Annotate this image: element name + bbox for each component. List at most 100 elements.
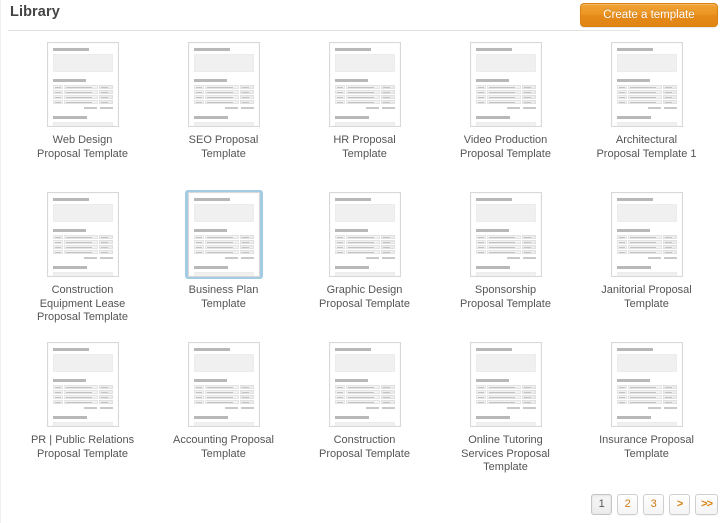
thumbnail-content-block [334, 354, 395, 372]
template-thumbnail [469, 192, 542, 277]
template-card-label: Janitorial Proposal Template [601, 284, 692, 310]
template-card-label: Business Plan Template [188, 284, 259, 310]
template-thumbnail-frame[interactable] [44, 190, 122, 279]
thumbnail-spacer [53, 409, 113, 416]
thumbnail-table-sidebar-row [522, 245, 536, 249]
template-card[interactable]: Construction Proposal Template [294, 340, 435, 490]
template-thumbnail-frame[interactable] [467, 190, 545, 279]
thumbnail-spacer [617, 222, 677, 229]
thumbnail-table-sidebar-row [381, 95, 395, 99]
thumbnail-table-sidebar-row [99, 90, 113, 94]
thumbnail-table-cell [628, 250, 663, 254]
pagination-page-1[interactable]: 1 [591, 494, 613, 515]
thumbnail-table-row [52, 235, 99, 239]
thumbnail-mini-button [506, 107, 520, 109]
template-card[interactable]: Sponsorship Proposal Template [435, 190, 576, 340]
template-card[interactable]: Accounting Proposal Template [153, 340, 294, 490]
pagination-page-2[interactable]: 2 [617, 494, 639, 515]
thumbnail-mini-button [224, 257, 238, 259]
template-card[interactable]: Business Plan Template [153, 190, 294, 340]
thumbnail-table-row [616, 95, 663, 99]
thumbnail-table-cell [52, 100, 64, 104]
thumbnail-table-sidebar [381, 235, 395, 254]
thumbnail-mini-button [224, 407, 238, 409]
template-card[interactable]: Web Design Proposal Template [12, 40, 153, 190]
thumbnail-spacer [194, 259, 254, 266]
thumbnail-table-cell [475, 250, 487, 254]
create-template-button[interactable]: Create a template [580, 3, 718, 27]
template-card[interactable]: Architectural Proposal Template 1 [576, 40, 717, 190]
thumbnail-table-cell [616, 95, 628, 99]
thumbnail-table-cell [334, 90, 346, 94]
pagination-next-button[interactable]: > [669, 494, 691, 515]
thumbnail-spacer [617, 259, 677, 266]
template-thumbnail-frame[interactable] [608, 190, 686, 279]
thumbnail-table-sidebar-row [663, 385, 677, 389]
template-thumbnail-frame[interactable] [608, 340, 686, 429]
thumbnail-heading-bar [193, 266, 229, 269]
thumbnail-document-preview [193, 348, 254, 426]
thumbnail-table-cell [487, 245, 522, 249]
thumbnail-table-sidebar [99, 385, 113, 404]
template-thumbnail-frame[interactable] [326, 40, 404, 129]
thumbnail-table-cell [616, 90, 628, 94]
thumbnail-table-row [193, 400, 240, 404]
template-card[interactable]: Janitorial Proposal Template [576, 190, 717, 340]
thumbnail-table-row [616, 385, 663, 389]
template-thumbnail-frame[interactable] [185, 340, 263, 429]
template-card[interactable]: PR | Public Relations Proposal Template [12, 340, 153, 490]
template-thumbnail-frame[interactable] [44, 40, 122, 129]
pagination-page-3[interactable]: 3 [643, 494, 665, 515]
thumbnail-document-preview [52, 48, 113, 126]
thumbnail-spacer [476, 72, 536, 79]
thumbnail-table-sidebar-row [381, 390, 395, 394]
template-thumbnail-frame[interactable] [44, 340, 122, 429]
thumbnail-table-cell [487, 85, 522, 89]
thumbnail-table-body [475, 235, 522, 254]
thumbnail-table-row [193, 385, 240, 389]
thumbnail-table-row [616, 100, 663, 104]
thumbnail-table-sidebar-row [663, 100, 677, 104]
thumbnail-mini-button [647, 107, 661, 109]
thumbnail-table-sidebar-row [381, 85, 395, 89]
thumbnail-table-cell [616, 395, 628, 399]
thumbnail-table-row [475, 235, 522, 239]
pagination-last-button[interactable]: >> [695, 494, 718, 515]
thumbnail-table-cell [64, 240, 99, 244]
template-card[interactable]: SEO Proposal Template [153, 40, 294, 190]
template-thumbnail-selected[interactable] [184, 190, 263, 279]
template-thumbnail-frame[interactable] [608, 40, 686, 129]
template-thumbnail [610, 342, 683, 427]
thumbnail-table-row [475, 400, 522, 404]
thumbnail-table-body [475, 385, 522, 404]
thumbnail-table [334, 85, 395, 104]
template-thumbnail-frame[interactable] [326, 190, 404, 279]
thumbnail-table [616, 85, 677, 104]
thumbnail-spacer [335, 222, 395, 229]
thumbnail-table-row [193, 390, 240, 394]
thumbnail-table-body [193, 235, 240, 254]
thumbnail-heading-bar [52, 266, 88, 269]
template-card[interactable]: Online Tutoring Services Proposal Templa… [435, 340, 576, 490]
template-card[interactable]: Graphic Design Proposal Template [294, 190, 435, 340]
thumbnail-table-cell [205, 90, 240, 94]
thumbnail-table-cell [487, 400, 522, 404]
thumbnail-heading-bar [52, 116, 88, 119]
template-thumbnail [46, 42, 119, 127]
thumbnail-table-cell [205, 235, 240, 239]
thumbnail-table-sidebar-row [381, 250, 395, 254]
template-card[interactable]: Construction Equipment Lease Proposal Te… [12, 190, 153, 340]
thumbnail-table-sidebar-row [99, 395, 113, 399]
template-card[interactable]: Video Production Proposal Template [435, 40, 576, 190]
template-thumbnail-frame[interactable] [467, 340, 545, 429]
template-thumbnail [610, 192, 683, 277]
template-card[interactable]: Insurance Proposal Template [576, 340, 717, 490]
template-card[interactable]: HR Proposal Template [294, 40, 435, 190]
template-thumbnail-frame[interactable] [326, 340, 404, 429]
thumbnail-table-cell [334, 95, 346, 99]
thumbnail-table-cell [52, 240, 64, 244]
template-thumbnail-frame[interactable] [467, 40, 545, 129]
template-thumbnail-frame[interactable] [185, 40, 263, 129]
thumbnail-table-body [193, 85, 240, 104]
thumbnail-table-row [475, 385, 522, 389]
